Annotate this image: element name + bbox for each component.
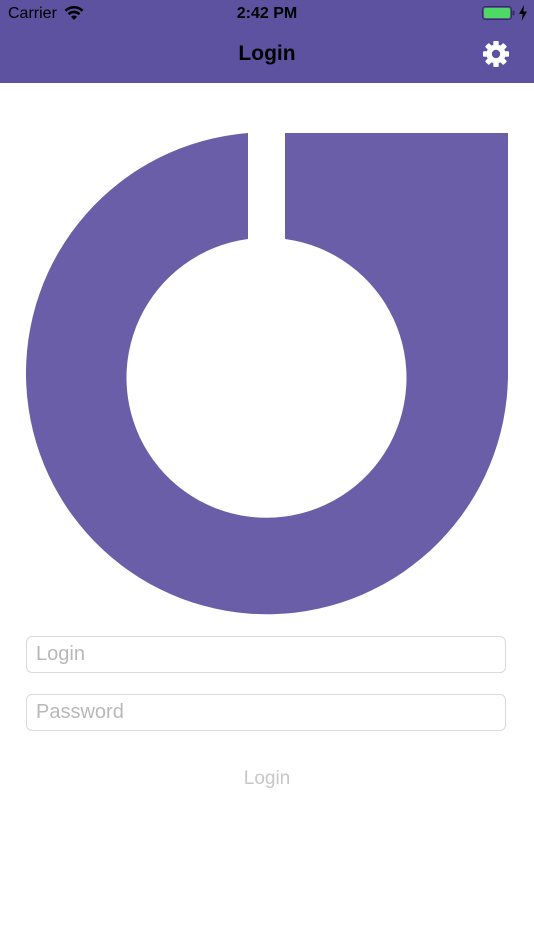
- battery-icon: [482, 6, 515, 20]
- charging-bolt-icon: [519, 5, 527, 21]
- brand-logo: [26, 133, 509, 615]
- login-button[interactable]: Login: [0, 768, 534, 790]
- password-input[interactable]: [26, 694, 506, 731]
- login-screen: Carrier 2:42 PM Login Login Login: [0, 0, 534, 950]
- clock-time: 2:42 PM: [236, 5, 298, 22]
- header-bar: Carrier 2:42 PM Login: [0, 0, 534, 83]
- login-input[interactable]: [26, 636, 506, 673]
- gear-icon[interactable]: [482, 40, 510, 68]
- status-bar: Carrier 2:42 PM: [0, 0, 534, 28]
- page-title: Login: [238, 42, 296, 65]
